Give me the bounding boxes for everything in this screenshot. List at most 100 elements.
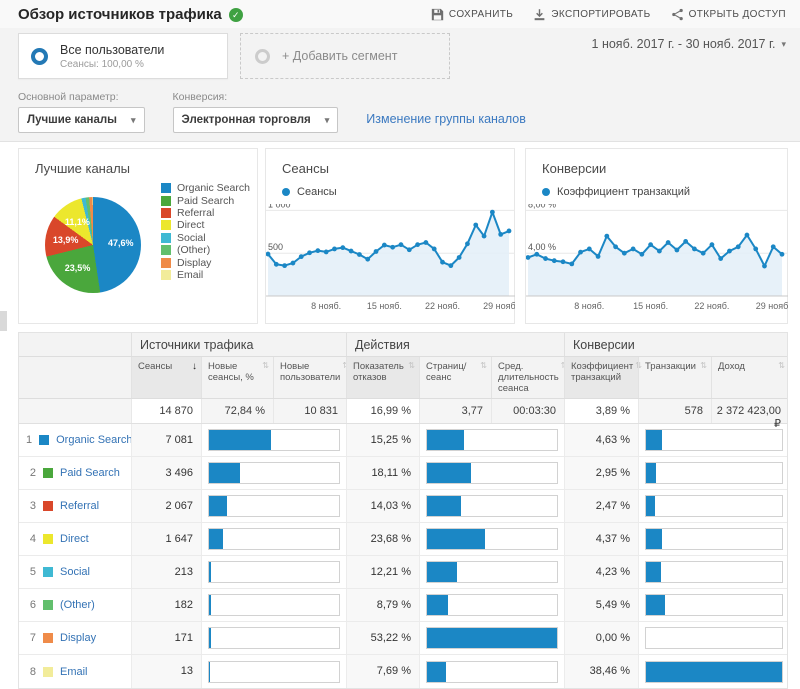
share-button[interactable]: ОТКРЫТЬ ДОСТУП bbox=[671, 8, 786, 21]
data-point[interactable] bbox=[282, 263, 287, 268]
data-point[interactable] bbox=[457, 255, 462, 260]
add-segment-button[interactable]: + Добавить сегмент bbox=[240, 33, 450, 79]
column-header-0[interactable]: Сеансы↓ bbox=[131, 357, 201, 398]
data-point[interactable] bbox=[543, 256, 548, 261]
column-header-5[interactable]: Сред. длительность сеанса⇅ bbox=[491, 357, 564, 398]
data-point[interactable] bbox=[407, 247, 412, 252]
data-point[interactable] bbox=[424, 240, 429, 245]
sessions-panel-title: Сеансы bbox=[266, 149, 514, 176]
data-point[interactable] bbox=[727, 249, 732, 254]
data-point[interactable] bbox=[657, 249, 662, 254]
data-point[interactable] bbox=[710, 242, 715, 247]
data-point[interactable] bbox=[482, 234, 487, 239]
data-point[interactable] bbox=[365, 257, 370, 262]
data-point[interactable] bbox=[736, 244, 741, 249]
data-point[interactable] bbox=[490, 210, 495, 215]
data-point[interactable] bbox=[569, 262, 574, 267]
data-point[interactable] bbox=[780, 252, 785, 257]
data-point[interactable] bbox=[473, 223, 478, 228]
data-point[interactable] bbox=[374, 249, 379, 254]
edit-channel-grouping-link[interactable]: Изменение группы каналов bbox=[366, 112, 526, 126]
bounce-rate-value: 53,22 % bbox=[346, 622, 419, 654]
segment-all-users[interactable]: Все пользователи Сеансы: 100,00 % bbox=[18, 33, 228, 79]
data-point[interactable] bbox=[340, 245, 345, 250]
conversion-select[interactable]: Электронная торговля ▾ bbox=[173, 107, 339, 133]
column-header-3[interactable]: Показатель отказов⇅ bbox=[346, 357, 419, 398]
data-point[interactable] bbox=[622, 251, 627, 256]
column-header-label: Доход bbox=[718, 361, 745, 394]
data-point[interactable] bbox=[631, 247, 636, 252]
channel-link[interactable]: Display bbox=[60, 632, 96, 644]
date-range-selector[interactable]: 1 нояб. 2017 г. - 30 нояб. 2017 г. ▾ bbox=[592, 37, 786, 51]
data-point[interactable] bbox=[448, 263, 453, 268]
totals-cell-3: 16,99 % bbox=[346, 399, 419, 423]
data-point[interactable] bbox=[349, 249, 354, 254]
column-header-4[interactable]: Страниц/сеанс⇅ bbox=[419, 357, 491, 398]
segments-row: Все пользователи Сеансы: 100,00 % + Доба… bbox=[0, 28, 800, 87]
data-point[interactable] bbox=[415, 242, 420, 247]
data-point[interactable] bbox=[332, 247, 337, 252]
column-header-2[interactable]: Новые пользователи⇅ bbox=[273, 357, 346, 398]
totals-cell-4: 3,77 bbox=[419, 399, 491, 423]
data-point[interactable] bbox=[507, 229, 512, 234]
data-point[interactable] bbox=[683, 239, 688, 244]
data-point[interactable] bbox=[534, 252, 539, 257]
data-point[interactable] bbox=[771, 244, 776, 249]
charts-row: Лучшие каналы 47,6%23,5%13,9%11,1% Organ… bbox=[18, 148, 788, 324]
conversions-line-chart[interactable]: 8,00 %4,00 %8 нояб.15 нояб.22 нояб.29 но… bbox=[526, 204, 788, 321]
channel-link[interactable]: Organic Search bbox=[56, 434, 132, 446]
data-point[interactable] bbox=[587, 247, 592, 252]
data-point[interactable] bbox=[399, 242, 404, 247]
export-button[interactable]: ЭКСПОРТИРОВАТЬ bbox=[533, 8, 650, 21]
data-point[interactable] bbox=[291, 261, 296, 266]
data-point[interactable] bbox=[596, 254, 601, 259]
channel-link[interactable]: Referral bbox=[60, 500, 99, 512]
sessions-bar bbox=[209, 430, 271, 450]
data-point[interactable] bbox=[753, 247, 758, 252]
data-point[interactable] bbox=[640, 252, 645, 257]
data-point[interactable] bbox=[675, 248, 680, 253]
data-point[interactable] bbox=[666, 240, 671, 245]
data-point[interactable] bbox=[382, 243, 387, 248]
column-header-6[interactable]: Коэффициент транзакций⇅ bbox=[564, 357, 638, 398]
data-point[interactable] bbox=[561, 259, 566, 264]
bounce-rate-bar-cell bbox=[419, 490, 564, 522]
data-point[interactable] bbox=[465, 241, 470, 246]
data-point[interactable] bbox=[604, 234, 609, 239]
data-point[interactable] bbox=[307, 250, 312, 255]
data-point[interactable] bbox=[718, 256, 723, 261]
page-title: Обзор источников трафика bbox=[18, 6, 222, 23]
data-point[interactable] bbox=[390, 245, 395, 250]
channel-link[interactable]: Direct bbox=[60, 533, 89, 545]
save-button[interactable]: СОХРАНИТЬ bbox=[431, 8, 513, 21]
data-point[interactable] bbox=[701, 251, 706, 256]
data-point[interactable] bbox=[498, 232, 503, 237]
data-point[interactable] bbox=[762, 264, 767, 269]
channel-link[interactable]: Paid Search bbox=[60, 467, 120, 479]
column-header-1[interactable]: Новые сеансы, %⇅ bbox=[201, 357, 273, 398]
data-point[interactable] bbox=[552, 258, 557, 263]
bounce-rate-bar bbox=[427, 562, 457, 582]
sessions-line-chart[interactable]: 1 0005008 нояб.15 нояб.22 нояб.29 нояб. bbox=[266, 204, 515, 321]
data-point[interactable] bbox=[745, 233, 750, 238]
data-point[interactable] bbox=[274, 262, 279, 267]
data-point[interactable] bbox=[578, 250, 583, 255]
data-point[interactable] bbox=[316, 248, 321, 253]
primary-dimension-select[interactable]: Лучшие каналы ▾ bbox=[18, 107, 145, 133]
data-point[interactable] bbox=[357, 252, 362, 257]
data-point[interactable] bbox=[432, 247, 437, 252]
column-header-7[interactable]: Транзакции⇅ bbox=[638, 357, 711, 398]
controls-row: Основной параметр: Лучшие каналы ▾ Конве… bbox=[0, 87, 800, 133]
channel-link[interactable]: Social bbox=[60, 566, 90, 578]
conversion-value: Электронная торговля bbox=[182, 114, 311, 126]
totals-cell-0: 14 870 bbox=[131, 399, 201, 423]
data-point[interactable] bbox=[648, 242, 653, 247]
data-point[interactable] bbox=[324, 250, 329, 255]
channel-link[interactable]: (Other) bbox=[60, 599, 95, 611]
data-point[interactable] bbox=[613, 244, 618, 249]
channel-link[interactable]: Email bbox=[60, 666, 88, 678]
column-header-8[interactable]: Доход⇅ bbox=[711, 357, 789, 398]
data-point[interactable] bbox=[299, 254, 304, 259]
data-point[interactable] bbox=[440, 260, 445, 265]
data-point[interactable] bbox=[692, 247, 697, 252]
